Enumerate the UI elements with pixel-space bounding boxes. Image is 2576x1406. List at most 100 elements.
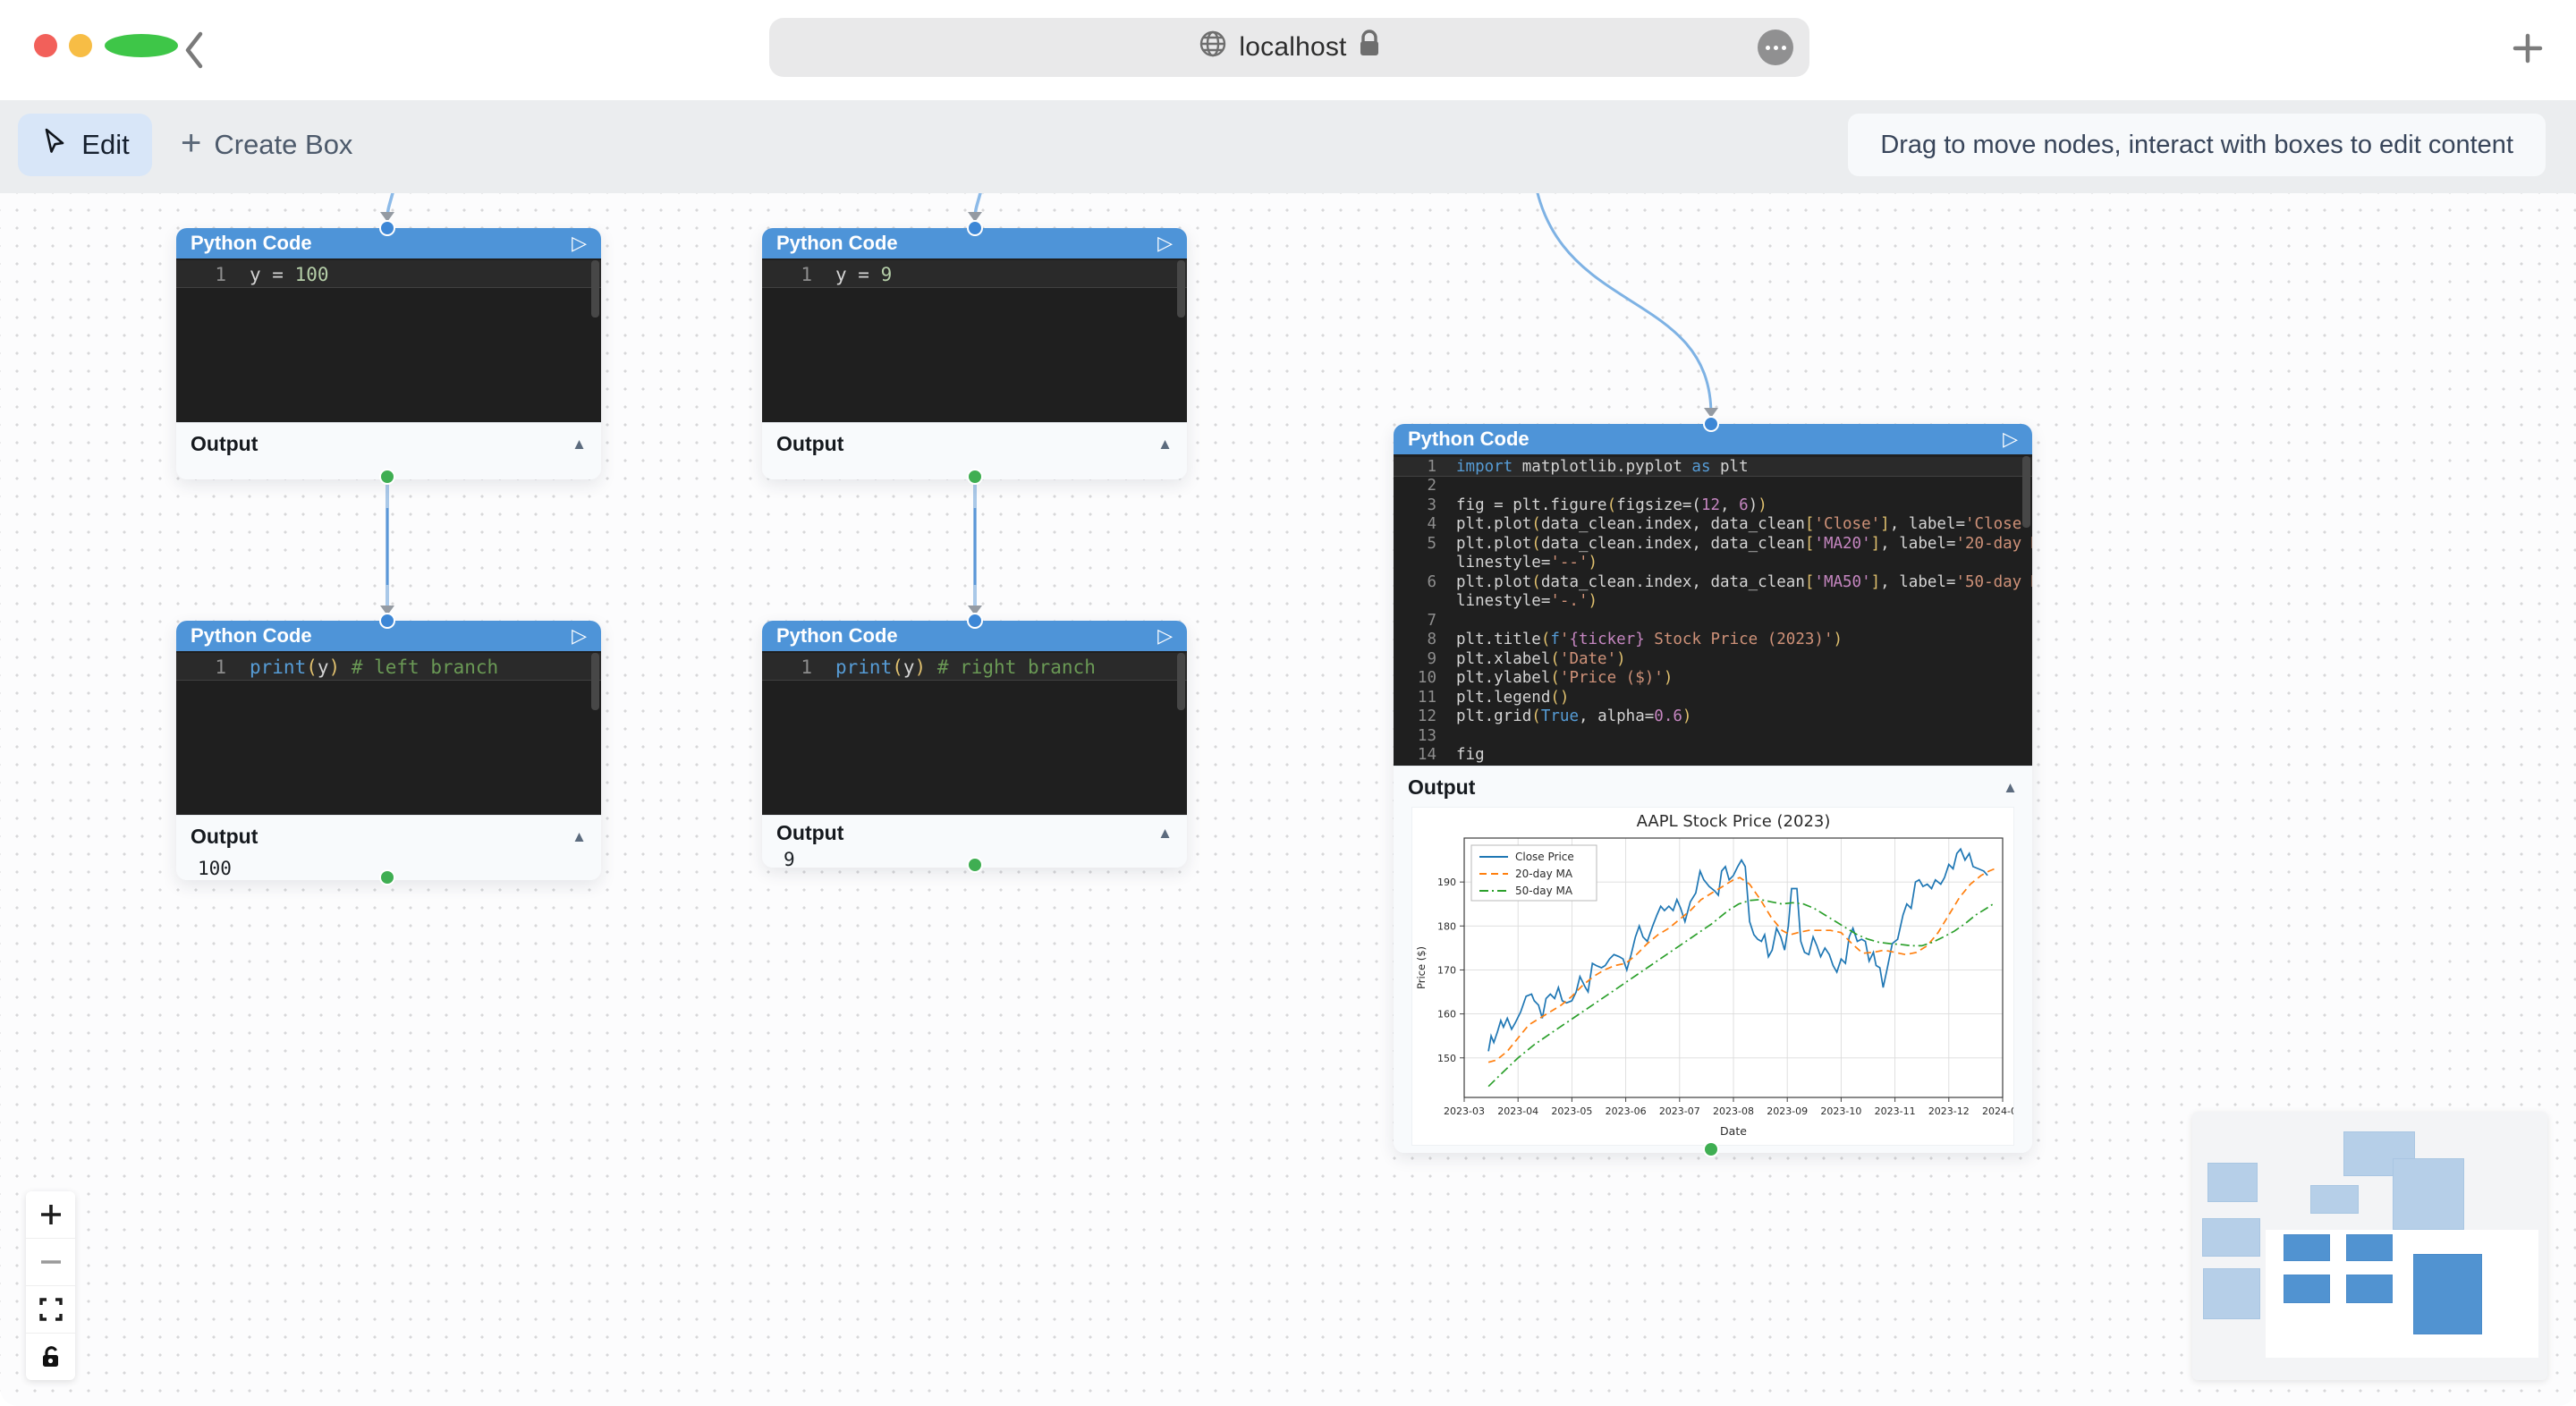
code-line[interactable]: 1y = 100 xyxy=(176,260,601,288)
run-icon[interactable]: ▷ xyxy=(1157,232,1173,255)
code-editor[interactable]: 1y = 9 xyxy=(762,258,1187,422)
back-icon[interactable] xyxy=(175,27,215,73)
code-editor[interactable]: 1y = 100 xyxy=(176,258,601,422)
source-handle-node5[interactable] xyxy=(1703,1141,1719,1157)
minimap-node-visible xyxy=(2346,1234,2393,1261)
editor-scrollbar[interactable] xyxy=(1177,260,1185,318)
code-line[interactable]: 1print(y) # right branch xyxy=(762,653,1187,681)
address-host: localhost xyxy=(1239,32,1346,63)
target-handle-node1[interactable] xyxy=(379,220,395,236)
code-line[interactable]: 14fig xyxy=(1394,746,2032,766)
svg-text:2023-08: 2023-08 xyxy=(1713,1105,1754,1117)
node-python-print-left[interactable]: Python Code ▷ 1print(y) # left branch Ou… xyxy=(176,621,601,880)
svg-text:2023-04: 2023-04 xyxy=(1497,1105,1538,1117)
svg-text:2023-07: 2023-07 xyxy=(1659,1105,1700,1117)
minimap-node-visible xyxy=(2284,1234,2330,1261)
collapse-icon[interactable]: ▲ xyxy=(1157,825,1173,843)
fit-view-button[interactable] xyxy=(26,1286,75,1334)
app-window: localhost Edit + Create Box Drag to move… xyxy=(0,0,2576,1406)
run-icon[interactable]: ▷ xyxy=(2003,428,2018,451)
code-line[interactable]: linestyle='--') xyxy=(1394,554,2032,573)
target-handle-node2[interactable] xyxy=(967,220,983,236)
maximize-window-button[interactable] xyxy=(105,34,178,57)
svg-text:2023-05: 2023-05 xyxy=(1551,1105,1592,1117)
code-line[interactable]: 1import matplotlib.pyplot as plt xyxy=(1394,457,2032,477)
editor-scrollbar[interactable] xyxy=(2022,456,2030,528)
minimap-node xyxy=(2310,1185,2359,1214)
address-bar[interactable]: localhost xyxy=(769,18,1809,77)
new-tab-plus-icon[interactable] xyxy=(2508,29,2547,68)
code-line[interactable]: 13 xyxy=(1394,726,2032,746)
minimize-window-button[interactable] xyxy=(69,34,92,57)
node-python-print-right[interactable]: Python Code ▷ 1print(y) # right branch O… xyxy=(762,621,1187,868)
svg-text:2023-09: 2023-09 xyxy=(1767,1105,1808,1117)
svg-text:160: 160 xyxy=(1437,1009,1456,1021)
code-line[interactable]: 9plt.xlabel('Date') xyxy=(1394,649,2032,669)
plus-icon: + xyxy=(181,125,201,161)
node-python-plot[interactable]: Python Code ▷ 1import matplotlib.pyplot … xyxy=(1394,424,2032,1153)
code-line[interactable]: 7 xyxy=(1394,611,2032,631)
minimap[interactable] xyxy=(2192,1112,2547,1380)
collapse-icon[interactable]: ▲ xyxy=(572,828,587,846)
canvas-controls xyxy=(26,1191,75,1380)
lock-toggle-icon[interactable] xyxy=(26,1334,75,1380)
target-handle-node3[interactable] xyxy=(379,613,395,629)
edit-mode-button[interactable]: Edit xyxy=(18,114,152,176)
source-handle-node1[interactable] xyxy=(379,469,395,485)
code-line[interactable]: linestyle='-.') xyxy=(1394,592,2032,612)
svg-text:AAPL Stock Price (2023): AAPL Stock Price (2023) xyxy=(1637,812,1831,831)
code-line[interactable]: 6plt.plot(data_clean.index, data_clean['… xyxy=(1394,572,2032,592)
zoom-in-button[interactable] xyxy=(26,1191,75,1239)
run-icon[interactable]: ▷ xyxy=(572,624,587,648)
code-line[interactable]: 5plt.plot(data_clean.index, data_clean['… xyxy=(1394,534,2032,554)
svg-text:2023-10: 2023-10 xyxy=(1820,1105,1861,1117)
target-handle-node5[interactable] xyxy=(1703,416,1719,432)
close-window-button[interactable] xyxy=(34,34,57,57)
svg-text:170: 170 xyxy=(1437,964,1456,976)
target-handle-node4[interactable] xyxy=(967,613,983,629)
editor-scrollbar[interactable] xyxy=(591,260,599,318)
code-line[interactable]: 4plt.plot(data_clean.index, data_clean['… xyxy=(1394,515,2032,535)
create-box-button[interactable]: + Create Box xyxy=(181,114,352,176)
code-line[interactable]: 11plt.legend() xyxy=(1394,688,2032,707)
code-editor[interactable]: 1print(y) # right branch xyxy=(762,651,1187,815)
editor-scrollbar[interactable] xyxy=(591,653,599,710)
edge-into-node5[interactable] xyxy=(1531,193,1711,415)
edge-into-node2[interactable] xyxy=(975,193,981,218)
run-icon[interactable]: ▷ xyxy=(1157,624,1173,648)
code-line[interactable]: 12plt.grid(True, alpha=0.6) xyxy=(1394,707,2032,727)
svg-text:Date: Date xyxy=(1720,1124,1747,1138)
run-icon[interactable]: ▷ xyxy=(572,232,587,255)
output-label: Output xyxy=(191,825,258,849)
collapse-icon[interactable]: ▲ xyxy=(1157,436,1173,453)
collapse-icon[interactable]: ▲ xyxy=(2003,779,2018,797)
code-line[interactable]: 2 xyxy=(1394,477,2032,496)
code-editor[interactable]: 1print(y) # left branch xyxy=(176,651,601,815)
output-panel: Output ▲ 2023-032023-042023-052023-06202… xyxy=(1394,766,2032,1153)
editor-scrollbar[interactable] xyxy=(1177,653,1185,710)
code-line[interactable]: 3fig = plt.figure(figsize=(12, 6)) xyxy=(1394,495,2032,515)
code-editor[interactable]: 1import matplotlib.pyplot as plt23fig = … xyxy=(1394,454,2032,766)
svg-text:Close Price: Close Price xyxy=(1515,851,1574,863)
code-line[interactable]: 1print(y) # left branch xyxy=(176,653,601,681)
node-title: Python Code xyxy=(191,624,312,648)
code-line[interactable]: 8plt.title(f'{ticker} Stock Price (2023)… xyxy=(1394,631,2032,650)
edit-button-label: Edit xyxy=(81,129,129,161)
svg-text:2024-01: 2024-01 xyxy=(1982,1105,2013,1117)
flow-canvas[interactable]: Python Code ▷ 1y = 100 Output ▲ Python C… xyxy=(0,193,2576,1406)
minimap-node xyxy=(2207,1163,2258,1202)
edge-into-node1[interactable] xyxy=(387,193,394,218)
code-line[interactable]: 1y = 9 xyxy=(762,260,1187,288)
source-handle-node2[interactable] xyxy=(967,469,983,485)
collapse-icon[interactable]: ▲ xyxy=(572,436,587,453)
stock-chart: 2023-032023-042023-052023-062023-072023-… xyxy=(1412,808,2013,1140)
zoom-out-button[interactable] xyxy=(26,1239,75,1286)
ellipsis-icon[interactable] xyxy=(1758,30,1793,65)
source-handle-node4[interactable] xyxy=(967,857,983,873)
node-python-y9[interactable]: Python Code ▷ 1y = 9 Output ▲ xyxy=(762,228,1187,479)
node-python-y100[interactable]: Python Code ▷ 1y = 100 Output ▲ xyxy=(176,228,601,479)
cursor-icon xyxy=(40,126,69,164)
code-line[interactable]: 10plt.ylabel('Price ($)') xyxy=(1394,669,2032,689)
source-handle-node3[interactable] xyxy=(379,869,395,885)
minimap-node xyxy=(2393,1158,2464,1230)
